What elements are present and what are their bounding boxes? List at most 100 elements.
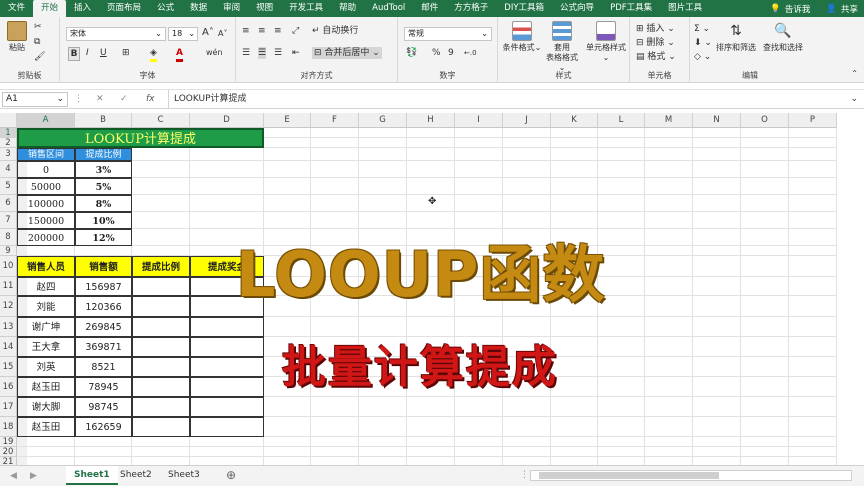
grid-cell[interactable]: [311, 178, 359, 195]
sales-cell[interactable]: 8521: [75, 357, 132, 377]
grid-cell[interactable]: [645, 437, 693, 447]
grid-cell[interactable]: [455, 437, 503, 447]
grid-cell[interactable]: [645, 128, 693, 138]
column-header-L[interactable]: L: [598, 113, 645, 128]
row-header-7[interactable]: 7: [0, 212, 17, 229]
grid-cell[interactable]: [645, 229, 693, 246]
column-header-D[interactable]: D: [190, 113, 264, 128]
paste-button[interactable]: 粘贴: [4, 21, 30, 53]
row-header-9[interactable]: 9: [0, 246, 17, 256]
grid-cell[interactable]: [741, 161, 789, 178]
grid-cell[interactable]: [741, 296, 789, 317]
column-header-P[interactable]: P: [789, 113, 837, 128]
sales-cell[interactable]: 赵四: [17, 277, 75, 296]
grid-cell[interactable]: [455, 138, 503, 148]
grid-cell[interactable]: [693, 337, 741, 357]
grid-cell[interactable]: [789, 337, 837, 357]
grid-cell[interactable]: [359, 317, 407, 337]
name-box[interactable]: A1 ⌄: [2, 92, 68, 107]
grid-cell[interactable]: [789, 447, 837, 457]
grid-cell[interactable]: [693, 128, 741, 138]
grid-cell[interactable]: [75, 447, 132, 457]
sales-cell[interactable]: 刘英: [17, 357, 75, 377]
grid-cell[interactable]: [645, 256, 693, 277]
grid-cell[interactable]: [551, 178, 598, 195]
grow-font-button[interactable]: A˄: [202, 27, 214, 39]
rate-cell[interactable]: 100000: [17, 195, 75, 212]
column-header-J[interactable]: J: [503, 113, 551, 128]
sheet-next-icon[interactable]: ▶: [30, 470, 37, 482]
grid-cell[interactable]: [311, 195, 359, 212]
grid-cell[interactable]: [190, 161, 264, 178]
grid-cell[interactable]: [264, 437, 311, 447]
sales-cell[interactable]: 刘能: [17, 296, 75, 317]
grid-cell[interactable]: [741, 195, 789, 212]
grid-cell[interactable]: [693, 357, 741, 377]
grid-cell[interactable]: [264, 138, 311, 148]
sales-cell[interactable]: [132, 357, 190, 377]
grid-cell[interactable]: [311, 437, 359, 447]
grid-cell[interactable]: [551, 357, 598, 377]
grid-cell[interactable]: [551, 397, 598, 417]
row-header-17[interactable]: 17: [0, 397, 17, 417]
row-header-1[interactable]: 1: [0, 128, 17, 138]
ribbon-tab-6[interactable]: 审阅: [215, 0, 248, 17]
select-all-corner[interactable]: [0, 113, 17, 128]
ribbon-tab-2[interactable]: 插入: [66, 0, 99, 17]
grid-cell[interactable]: [359, 138, 407, 148]
grid-cell[interactable]: [693, 161, 741, 178]
grid-cell[interactable]: [407, 128, 455, 138]
ribbon-tab-8[interactable]: 开发工具: [281, 0, 331, 17]
font-name-select[interactable]: 宋体 ⌄: [66, 27, 166, 41]
cancel-icon[interactable]: ✕: [96, 93, 104, 105]
row-header-8[interactable]: 8: [0, 229, 17, 246]
formula-input[interactable]: LOOKUP计算提成: [174, 93, 247, 105]
row-header-4[interactable]: 4: [0, 161, 17, 178]
grid-cell[interactable]: [551, 161, 598, 178]
grid-cell[interactable]: [741, 277, 789, 296]
align-center-icon[interactable]: ☰: [258, 47, 267, 59]
grid-cell[interactable]: [311, 148, 359, 161]
grid-cell[interactable]: [693, 138, 741, 148]
ribbon-tab-11[interactable]: 邮件: [413, 0, 446, 17]
grid-cell[interactable]: [741, 437, 789, 447]
sales-cell[interactable]: [190, 357, 264, 377]
grid-cell[interactable]: [598, 447, 645, 457]
grid-cell[interactable]: [407, 397, 455, 417]
horizontal-scrollbar[interactable]: [530, 470, 852, 481]
grid-cell[interactable]: [132, 447, 190, 457]
grid-cell[interactable]: [789, 296, 837, 317]
number-format-select[interactable]: 常规 ⌄: [404, 27, 492, 41]
grid-cell[interactable]: [789, 161, 837, 178]
ribbon-tab-7[interactable]: 视图: [248, 0, 281, 17]
grid-cell[interactable]: [693, 212, 741, 229]
grid-cell[interactable]: [789, 246, 837, 256]
align-bottom-icon[interactable]: ≡: [274, 25, 282, 37]
grid-cell[interactable]: [551, 138, 598, 148]
grid-cell[interactable]: [645, 277, 693, 296]
sales-cell[interactable]: [132, 397, 190, 417]
grid-cell[interactable]: [741, 377, 789, 397]
grid-cell[interactable]: [551, 417, 598, 437]
merge-center-button[interactable]: ⊟ 合并后居中 ⌄: [312, 47, 382, 59]
rate-cell[interactable]: 12%: [75, 229, 132, 246]
grid-cell[interactable]: [645, 296, 693, 317]
grid-cell[interactable]: [598, 397, 645, 417]
row-header-19[interactable]: 19: [0, 437, 17, 447]
grid-cell[interactable]: [551, 377, 598, 397]
grid-cell[interactable]: [132, 148, 190, 161]
grid-cell[interactable]: [132, 437, 190, 447]
column-header-N[interactable]: N: [693, 113, 741, 128]
phonetic-button[interactable]: wén: [206, 47, 223, 59]
ribbon-tab-4[interactable]: 公式: [149, 0, 182, 17]
grid-cell[interactable]: [503, 397, 551, 417]
column-header-K[interactable]: K: [551, 113, 598, 128]
column-header-C[interactable]: C: [132, 113, 190, 128]
grid-cell[interactable]: [693, 437, 741, 447]
grid-cell[interactable]: [17, 447, 75, 457]
ribbon-tab-16[interactable]: 图片工具: [660, 0, 710, 17]
sales-cell[interactable]: 98745: [75, 397, 132, 417]
rate-cell[interactable]: 8%: [75, 195, 132, 212]
grid-cell[interactable]: [551, 195, 598, 212]
rate-cell[interactable]: 150000: [17, 212, 75, 229]
